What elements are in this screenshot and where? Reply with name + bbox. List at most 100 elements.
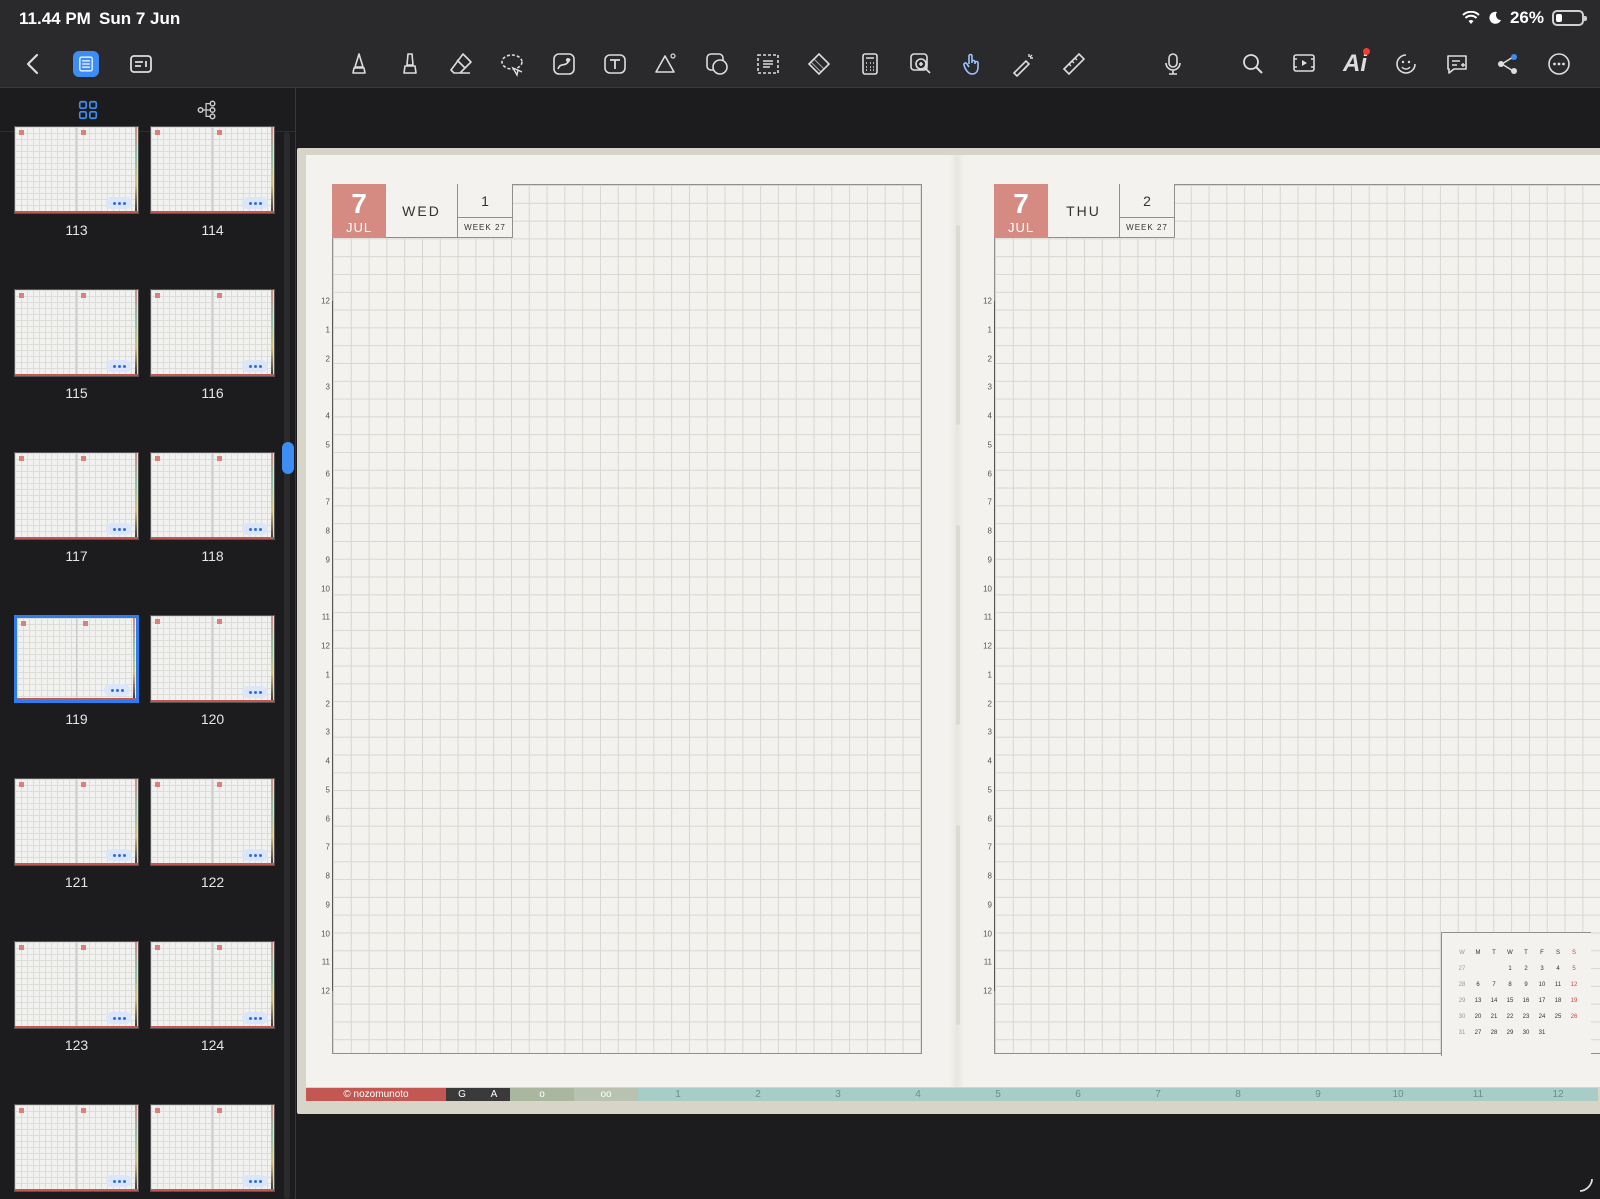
brand-tab[interactable]: © nozomunoto [306,1088,446,1101]
page-thumbnail[interactable] [150,126,275,214]
page-options-button[interactable] [242,197,268,209]
month-tab[interactable]: 1 [638,1088,718,1101]
sidebar-scroll-handle[interactable] [282,442,294,474]
calendar-day-cell[interactable]: 21 [1486,1009,1502,1025]
page-thumbnail[interactable] [150,452,275,540]
highlighter-icon[interactable] [395,49,425,79]
outline-tree-icon[interactable] [193,96,221,124]
calendar-day-cell[interactable]: 10 [1534,977,1550,993]
calendar-day-cell[interactable] [1486,961,1502,977]
page-options-button[interactable] [106,1012,132,1024]
grid-view-icon[interactable] [74,96,102,132]
calendar-day-cell[interactable]: 19 [1566,993,1582,1009]
lasso-icon[interactable] [497,49,527,79]
hand-icon[interactable] [957,49,987,79]
calendar-day-cell[interactable]: 3 [1534,961,1550,977]
month-tab[interactable]: 10 [1358,1088,1438,1101]
page-options-button[interactable] [106,1175,132,1187]
selection-icon[interactable] [753,49,783,79]
calendar-day-cell[interactable]: 23 [1518,1009,1534,1025]
zoom-window-icon[interactable] [906,49,936,79]
page-options-button[interactable] [106,849,132,861]
page-thumbnail[interactable] [150,941,275,1029]
calendar-day-cell[interactable]: 30 [1518,1025,1534,1041]
calendar-day-cell[interactable]: 29 [1502,1025,1518,1041]
text-icon[interactable] [600,49,630,79]
calendar-day-cell[interactable]: 25 [1550,1009,1566,1025]
letter-tab[interactable]: A [478,1088,510,1101]
comment-icon[interactable] [1442,49,1472,79]
calendar-day-cell[interactable]: 22 [1502,1009,1518,1025]
page-options-button[interactable] [106,360,132,372]
ai-button[interactable]: Ai [1340,48,1370,79]
page-thumbnail[interactable] [150,615,275,703]
search-icon[interactable] [1238,49,1268,79]
page-thumbnail[interactable] [14,941,139,1029]
tape-icon[interactable] [804,49,834,79]
month-tab[interactable]: 8 [1198,1088,1278,1101]
share-icon[interactable] [1493,49,1523,79]
eraser-icon[interactable] [446,49,476,79]
month-tab[interactable]: 2 [718,1088,798,1101]
pen-icon[interactable] [344,49,374,79]
page-options-button[interactable] [106,197,132,209]
calendar-day-cell[interactable]: 16 [1518,993,1534,1009]
calendar-day-cell[interactable]: 8 [1502,977,1518,993]
calendar-day-cell[interactable]: 27 [1470,1025,1486,1041]
image-icon[interactable] [549,49,579,79]
month-tab[interactable]: 11 [1438,1088,1518,1101]
sticker-icon[interactable] [702,49,732,79]
left-page-grid[interactable] [332,184,922,1054]
page-thumbnail[interactable] [14,1104,139,1192]
right-page-grid[interactable] [994,184,1600,1054]
sidebar-scrollbar[interactable] [284,132,290,1199]
month-tab[interactable]: 6 [1038,1088,1118,1101]
calendar-day-cell[interactable]: 1 [1502,961,1518,977]
month-tab[interactable]: 7 [1118,1088,1198,1101]
page-options-button[interactable] [104,684,130,696]
calendar-day-cell[interactable]: 9 [1518,977,1534,993]
month-tab[interactable]: 3 [798,1088,878,1101]
calendar-day-cell[interactable]: 28 [1486,1025,1502,1041]
outline-icon[interactable] [126,49,156,79]
page-thumbnail[interactable] [14,778,139,866]
month-tab[interactable]: 4 [878,1088,958,1101]
page-thumbnail[interactable] [150,1104,275,1192]
letter-tab[interactable]: G [446,1088,478,1101]
calendar-day-cell[interactable]: 13 [1470,993,1486,1009]
page-thumbnail[interactable] [14,615,139,703]
page-options-button[interactable] [242,849,268,861]
calendar-day-cell[interactable]: 2 [1518,961,1534,977]
page-options-button[interactable] [242,686,268,698]
calendar-day-cell[interactable]: 20 [1470,1009,1486,1025]
calendar-day-cell[interactable]: 26 [1566,1009,1582,1025]
calendar-day-cell[interactable]: 31 [1534,1025,1550,1041]
page-thumbnail[interactable] [150,778,275,866]
page-options-button[interactable] [242,523,268,535]
month-tab[interactable]: 12 [1518,1088,1598,1101]
calendar-day-cell[interactable]: 18 [1550,993,1566,1009]
page-thumbnail[interactable] [14,126,139,214]
calendar-day-cell[interactable] [1566,1025,1582,1041]
more-icon[interactable] [1544,49,1574,79]
calendar-day-cell[interactable]: 15 [1502,993,1518,1009]
laser-pointer-icon[interactable] [1008,49,1038,79]
calendar-day-cell[interactable]: 17 [1534,993,1550,1009]
calendar-day-cell[interactable]: 5 [1566,961,1582,977]
notebook-canvas[interactable]: 7 JUL WED 1 WEEK 27 12 1 2 3 4 5 6 7 8 9 10 11 12 1 2 3… [297,88,1600,1199]
circle-tab[interactable]: oo [574,1088,638,1101]
emoji-icon[interactable] [1391,49,1421,79]
presentation-icon[interactable] [1289,49,1319,79]
page-thumbnail[interactable] [14,289,139,377]
page-thumbnail[interactable] [14,452,139,540]
calendar-day-cell[interactable]: 24 [1534,1009,1550,1025]
calendar-day-cell[interactable] [1550,1025,1566,1041]
calendar-day-cell[interactable] [1470,961,1486,977]
circle-tab[interactable]: o [510,1088,574,1101]
calendar-day-cell[interactable]: 6 [1470,977,1486,993]
page-thumbnail[interactable] [150,289,275,377]
page-view-icon[interactable] [73,51,99,77]
shape-icon[interactable] [651,49,681,79]
resize-corner-icon[interactable] [1578,1177,1594,1193]
calendar-day-cell[interactable]: 14 [1486,993,1502,1009]
